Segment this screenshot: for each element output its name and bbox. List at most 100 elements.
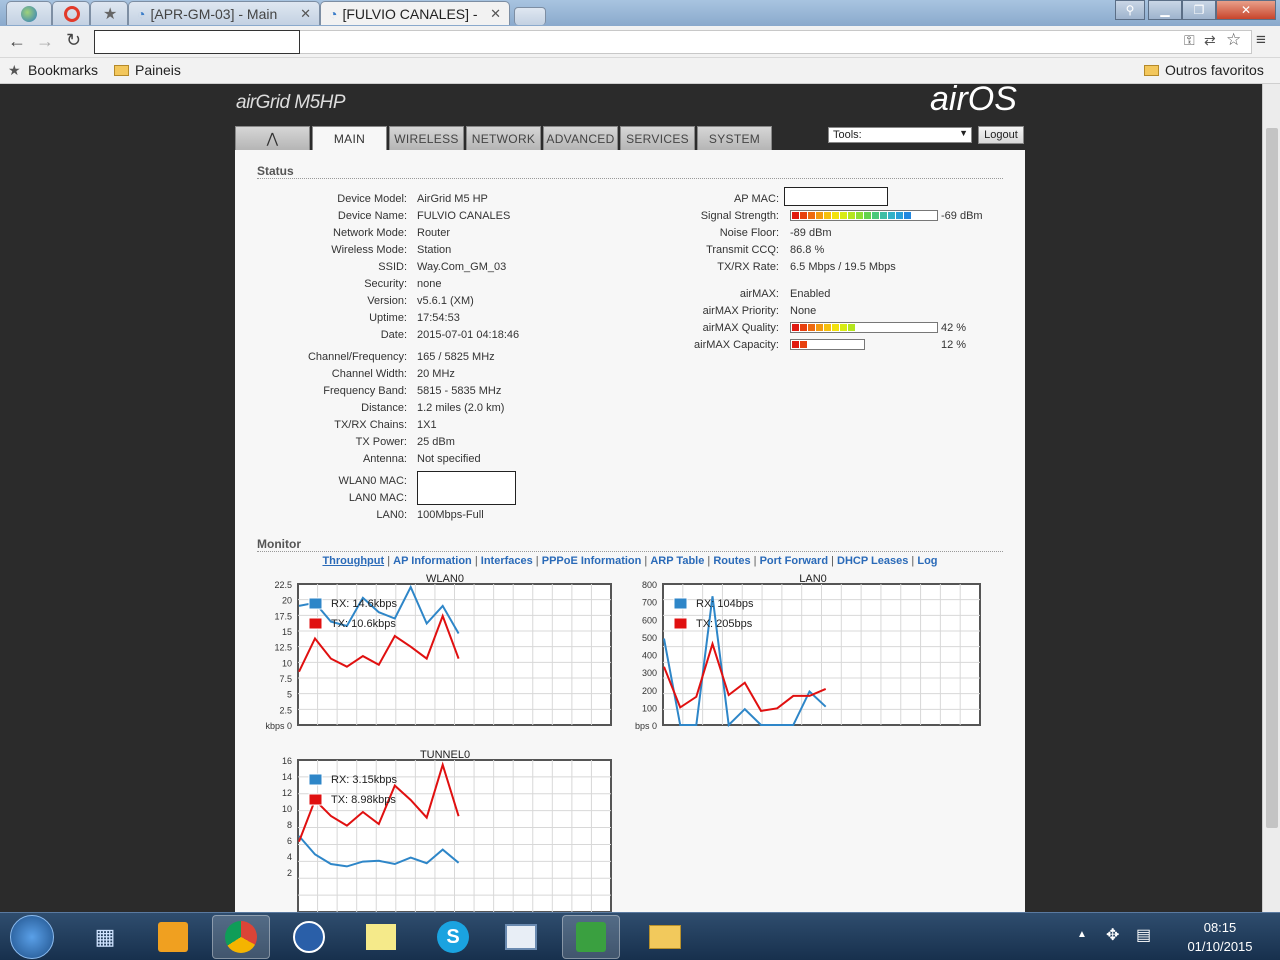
- status-label: Uptime:: [369, 312, 407, 324]
- main-content: Status WLAN0 MAC: LAN0 MAC: LAN0: 100Mbp…: [235, 150, 1025, 912]
- tab-system[interactable]: SYSTEM: [697, 126, 772, 150]
- close-tab-icon[interactable]: ✕: [294, 6, 311, 22]
- page-scrollbar[interactable]: [1262, 84, 1280, 912]
- quality-segment: [848, 324, 855, 331]
- y-tick-label: 20: [282, 596, 292, 606]
- bookmark-star-icon[interactable]: ☆: [1226, 30, 1241, 50]
- close-tab-icon[interactable]: ✕: [484, 6, 501, 22]
- taskbar-winbox[interactable]: [280, 915, 338, 959]
- capacity-value: 12 %: [941, 339, 967, 351]
- status-value: AirGrid M5 HP: [417, 193, 488, 205]
- maximize-button[interactable]: ❐: [1182, 0, 1216, 20]
- key-icon[interactable]: ⚿: [1184, 32, 1195, 49]
- status-label: Wireless Mode:: [331, 244, 407, 256]
- forward-icon[interactable]: →: [36, 31, 54, 52]
- tools-select[interactable]: Tools: ▼: [828, 127, 972, 143]
- y-tick-label: 16: [282, 756, 292, 766]
- monitor-link-pppoe-information[interactable]: PPPoE Information: [542, 555, 642, 567]
- y-tick-label: 10: [282, 658, 292, 668]
- tab-services[interactable]: SERVICES: [620, 126, 695, 150]
- status-value: v5.6.1 (XM): [417, 295, 474, 307]
- ap-mac-label: AP MAC:: [733, 193, 779, 205]
- outlook-icon: [158, 922, 188, 952]
- user-icon[interactable]: ⚲: [1115, 0, 1145, 20]
- dropbox-icon[interactable]: ✥: [1106, 925, 1119, 945]
- taskbar-vpn-app[interactable]: [562, 915, 620, 959]
- quality-value: 42 %: [941, 322, 967, 334]
- taskbar-skype[interactable]: S: [424, 915, 482, 959]
- browser-toolbar: ← → ↻ ⚿ ⇄ ☆ ≡: [0, 26, 1280, 58]
- monitor-link-log[interactable]: Log: [917, 555, 937, 567]
- bookmark-folder-paineis[interactable]: Paineis: [135, 62, 181, 78]
- winbox-icon: [293, 921, 325, 953]
- legend-label: TX: 10.6kbps: [331, 618, 396, 630]
- network-tray-icon[interactable]: ▤: [1136, 925, 1151, 945]
- taskbar-window-app[interactable]: [492, 915, 550, 959]
- address-bar-rest[interactable]: [300, 30, 1252, 54]
- status-value: Way.Com_GM_03: [417, 261, 507, 273]
- status-label: Channel Width:: [331, 368, 407, 380]
- monitor-link-arp-table[interactable]: ARP Table: [650, 555, 704, 567]
- bookmarks-label[interactable]: Bookmarks: [28, 62, 98, 78]
- y-tick-label: 17.5: [274, 611, 292, 621]
- globe-icon: [21, 5, 37, 22]
- translate-icon[interactable]: ⇄: [1204, 32, 1216, 49]
- minimize-button[interactable]: ▁: [1148, 0, 1182, 20]
- clock[interactable]: 08:15 01/10/2015: [1172, 918, 1268, 956]
- y-tick-label: 2.5: [279, 705, 292, 715]
- tab-fulvio-canales[interactable]: ◔ [FULVIO CANALES] - ✕: [320, 1, 510, 25]
- wifi-icon: ◔: [137, 5, 146, 22]
- mac-redacted-box: [417, 471, 516, 505]
- monitor-link-ap-information[interactable]: AP Information: [393, 555, 472, 567]
- legend-swatch: [308, 773, 323, 786]
- reload-icon[interactable]: ↻: [66, 30, 81, 51]
- status-label: Device Model:: [337, 193, 407, 205]
- signal-segment: [864, 212, 871, 219]
- priority-label: airMAX Priority:: [702, 305, 779, 317]
- show-hidden-icons[interactable]: ▲: [1077, 929, 1087, 940]
- tab-home-logo[interactable]: ⋀: [235, 126, 310, 150]
- status-label: Version:: [367, 295, 407, 307]
- tab-main[interactable]: MAIN: [312, 126, 387, 151]
- menu-icon[interactable]: ≡: [1256, 30, 1266, 50]
- monitor-link-port-forward[interactable]: Port Forward: [760, 555, 828, 567]
- logout-button[interactable]: Logout: [978, 126, 1024, 144]
- ccq-value: 86.8 %: [790, 244, 825, 256]
- tab-advanced[interactable]: ADVANCED: [543, 126, 618, 150]
- monitor-link-dhcp-leases[interactable]: DHCP Leases: [837, 555, 908, 567]
- address-bar[interactable]: [94, 30, 300, 54]
- other-bookmarks[interactable]: Outros favoritos: [1165, 62, 1264, 78]
- legend-label: RX: 14.6kbps: [331, 598, 398, 610]
- airmax-label: airMAX:: [739, 288, 779, 300]
- taskbar-network-app[interactable]: ▦: [76, 915, 134, 959]
- status-value: FULVIO CANALES: [417, 210, 511, 222]
- y-tick-label: 10: [282, 804, 292, 814]
- y-tick-label: 500: [642, 633, 657, 643]
- folder-icon: [114, 65, 129, 76]
- new-tab-button[interactable]: [514, 7, 546, 25]
- taskbar-sticky-notes[interactable]: [352, 915, 410, 959]
- tab-pinned-2[interactable]: [52, 1, 90, 25]
- taskbar-explorer[interactable]: [636, 915, 694, 959]
- lan-mac-label: LAN0 MAC:: [348, 492, 407, 504]
- tab-pinned-1[interactable]: [6, 1, 52, 25]
- folder-icon: [649, 925, 681, 949]
- tab-pinned-3[interactable]: ★: [90, 1, 128, 25]
- tab-apr-gm-03[interactable]: ◔ [APR-GM-03] - Main ✕: [128, 1, 320, 25]
- y-tick-label: 6: [287, 836, 292, 846]
- signal-segment: [856, 212, 863, 219]
- close-button[interactable]: ✕: [1216, 0, 1276, 20]
- monitor-link-throughput[interactable]: Throughput: [322, 555, 384, 567]
- start-button[interactable]: [10, 915, 54, 959]
- y-tick-label: 7.5: [279, 674, 292, 684]
- monitor-link-interfaces[interactable]: Interfaces: [481, 555, 533, 567]
- tab-network[interactable]: NETWORK: [466, 126, 541, 150]
- taskbar-outlook[interactable]: [144, 915, 202, 959]
- taskbar-chrome[interactable]: [212, 915, 270, 959]
- back-icon[interactable]: ←: [8, 31, 26, 52]
- airgrid-logo: airGrid M5HP: [236, 92, 346, 113]
- scrollbar-thumb[interactable]: [1266, 128, 1278, 828]
- monitor-link-routes[interactable]: Routes: [713, 555, 750, 567]
- capacity-segment: [800, 341, 807, 348]
- tab-wireless[interactable]: WIRELESS: [389, 126, 464, 150]
